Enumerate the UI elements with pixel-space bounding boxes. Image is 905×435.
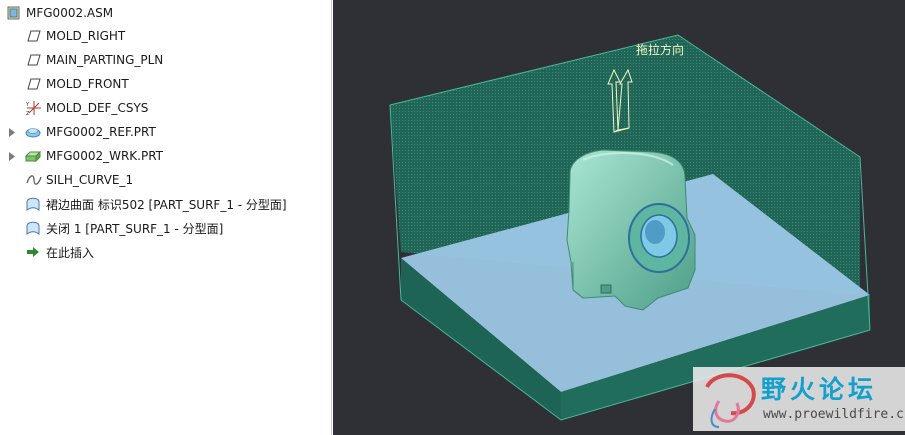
tree-item-assembly[interactable]: MFG0002.ASM	[0, 2, 330, 24]
tree-item-mold-right[interactable]: MOLD_RIGHT	[0, 25, 330, 47]
reference-part-icon	[25, 124, 41, 140]
datum-plane-icon	[26, 52, 42, 68]
tree-item-insert-here[interactable]: 在此插入	[0, 241, 330, 263]
forum-logo-icon	[705, 373, 756, 428]
tree-item-workpiece[interactable]: MFG0002_WRK.PRT	[0, 145, 330, 167]
expand-arrow-icon[interactable]	[8, 151, 16, 161]
tree-item-skirt-surface[interactable]: 裙边曲面 标识502 [PART_SURF_1 - 分型面]	[0, 193, 330, 215]
graphics-viewport[interactable]: 拖拉方向 野火论坛 www.proewildfire.cn	[333, 0, 905, 435]
coordinate-system-icon: YZ	[26, 100, 42, 116]
tree-item-mold-def-csys[interactable]: YZ MOLD_DEF_CSYS	[0, 97, 330, 119]
surface-icon	[25, 220, 41, 236]
expand-arrow-icon[interactable]	[8, 127, 16, 137]
tree-item-mold-front[interactable]: MOLD_FRONT	[0, 73, 330, 95]
surface-icon	[25, 196, 41, 212]
tree-item-ref-part[interactable]: MFG0002_REF.PRT	[0, 121, 330, 143]
svg-text:Z: Z	[26, 111, 30, 116]
forum-url: www.proewildfire.cn	[763, 407, 905, 422]
model-tree: MFG0002.ASM MOLD_RIGHT MAIN_PARTING_PLN …	[0, 0, 332, 435]
datum-plane-icon	[26, 76, 42, 92]
forum-title: 野火论坛	[761, 375, 878, 404]
svg-text:Y: Y	[26, 102, 30, 108]
tree-item-main-parting-pln[interactable]: MAIN_PARTING_PLN	[0, 49, 330, 71]
curve-icon	[26, 172, 42, 188]
pull-direction-label: 拖拉方向	[636, 43, 685, 57]
tree-item-close-surface[interactable]: 关闭 1 [PART_SURF_1 - 分型面]	[0, 217, 330, 239]
tree-item-silh-curve[interactable]: SILH_CURVE_1	[0, 169, 330, 191]
forum-watermark: 野火论坛 www.proewildfire.cn	[693, 367, 905, 431]
insert-here-arrow-icon	[25, 244, 41, 260]
workpiece-icon	[25, 148, 41, 164]
datum-plane-icon	[26, 28, 42, 44]
assembly-icon	[6, 5, 22, 21]
reference-part	[566, 149, 696, 311]
